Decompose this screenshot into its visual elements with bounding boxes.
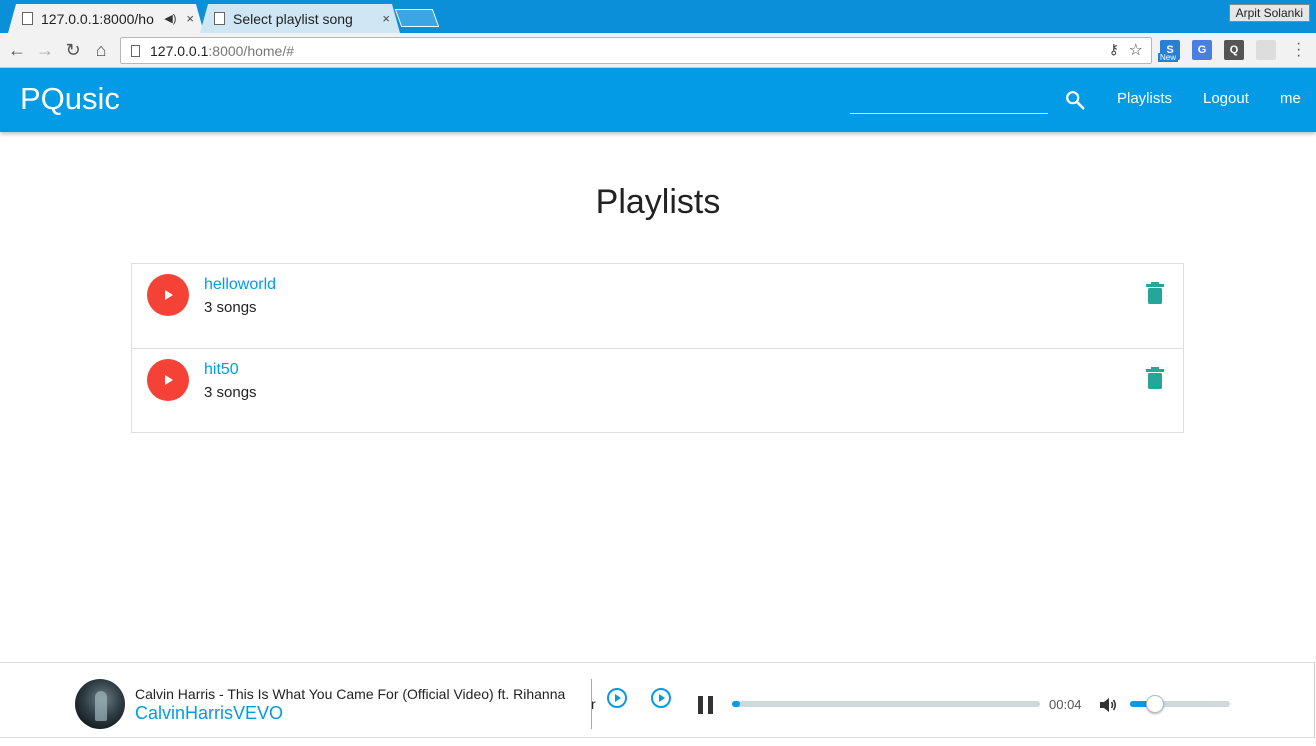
browser-tab-strip: 127.0.0.1:8000/ho ◀) × Select playlist s…: [0, 0, 1316, 33]
translate-extension-icon[interactable]: G: [1192, 40, 1212, 60]
browser-tab-inactive[interactable]: Select playlist song ×: [200, 4, 400, 33]
extension-new-badge: New: [1158, 53, 1179, 62]
player-edge: [1314, 663, 1315, 737]
now-playing-channel[interactable]: CalvinHarrisVEVO: [135, 703, 283, 724]
browser-menu-icon[interactable]: · · ·: [1296, 36, 1301, 64]
brand-logo[interactable]: PQusic: [20, 81, 120, 117]
seek-bar[interactable]: [732, 701, 1040, 707]
new-tab-button[interactable]: [394, 9, 440, 27]
playlist-name-link[interactable]: hit50: [204, 361, 239, 379]
tab-title: Select playlist song: [233, 10, 353, 27]
page-icon: [214, 12, 225, 25]
key-icon[interactable]: ⚷: [1109, 41, 1119, 58]
speaker-icon[interactable]: ◀): [164, 12, 176, 25]
playlist-name-link[interactable]: helloworld: [204, 276, 276, 294]
page-icon: [22, 12, 33, 25]
music-player-bar: Calvin Harris - This Is What You Came Fo…: [0, 662, 1316, 738]
url-host: 127.0.0.1: [150, 42, 209, 59]
profile-button[interactable]: Arpit Solanki: [1228, 4, 1310, 22]
browser-tab-active[interactable]: 127.0.0.1:8000/ho ◀) ×: [8, 4, 204, 33]
next-track-icon[interactable]: [650, 687, 672, 709]
tab-title: 127.0.0.1:8000/ho: [41, 10, 154, 27]
address-bar[interactable]: 127.0.0.1:8000/home/# ⚷ ☆: [120, 37, 1152, 64]
search-icon[interactable]: [1064, 89, 1086, 111]
page-info-icon[interactable]: [131, 44, 140, 57]
volume-slider[interactable]: [1130, 695, 1230, 713]
playlist-song-count: 3 songs: [204, 299, 257, 316]
play-playlist-button[interactable]: [147, 274, 189, 316]
app-header: PQusic Playlists Logout me: [0, 68, 1316, 132]
list-item: helloworld 3 songs: [132, 264, 1183, 348]
playlist-list: helloworld 3 songs hit50 3 songs: [131, 263, 1184, 433]
nav-me-link[interactable]: me: [1280, 90, 1301, 107]
lightbulb-extension-icon[interactable]: Q: [1224, 40, 1244, 60]
pause-icon[interactable]: [695, 694, 717, 716]
delete-trash-icon[interactable]: [1146, 367, 1164, 389]
elapsed-time: 00:04: [1049, 697, 1082, 712]
close-tab-icon[interactable]: ×: [186, 11, 194, 26]
browser-toolbar: ← → ↻ ⌂ 127.0.0.1:8000/home/# ⚷ ☆ S New …: [0, 33, 1316, 68]
list-item: hit50 3 songs: [132, 348, 1183, 432]
search-input[interactable]: [850, 86, 1048, 114]
player-divider: [591, 679, 592, 729]
url-path: :8000/home/#: [208, 42, 295, 59]
now-playing-title: Calvin Harris - This Is What You Came Fo…: [135, 686, 566, 702]
back-arrow-icon[interactable]: ←: [6, 39, 28, 61]
reload-icon[interactable]: ↻: [62, 39, 84, 61]
seek-bar-fill: [732, 701, 740, 707]
volume-icon[interactable]: [1098, 695, 1118, 715]
home-icon[interactable]: ⌂: [90, 39, 112, 61]
nav-logout-link[interactable]: Logout: [1203, 90, 1249, 107]
close-tab-icon[interactable]: ×: [382, 11, 390, 26]
play-playlist-button[interactable]: [147, 359, 189, 401]
cup-extension-icon[interactable]: [1256, 40, 1276, 60]
playlist-song-count: 3 songs: [204, 384, 257, 401]
album-art: [75, 679, 125, 729]
page-title: Playlists: [595, 183, 721, 221]
previous-track-icon[interactable]: [606, 687, 628, 709]
delete-trash-icon[interactable]: [1146, 282, 1164, 304]
nav-playlists-link[interactable]: Playlists: [1117, 90, 1172, 107]
forward-arrow-icon[interactable]: →: [34, 39, 56, 61]
volume-knob[interactable]: [1146, 695, 1164, 713]
bookmark-star-icon[interactable]: ☆: [1129, 40, 1143, 60]
